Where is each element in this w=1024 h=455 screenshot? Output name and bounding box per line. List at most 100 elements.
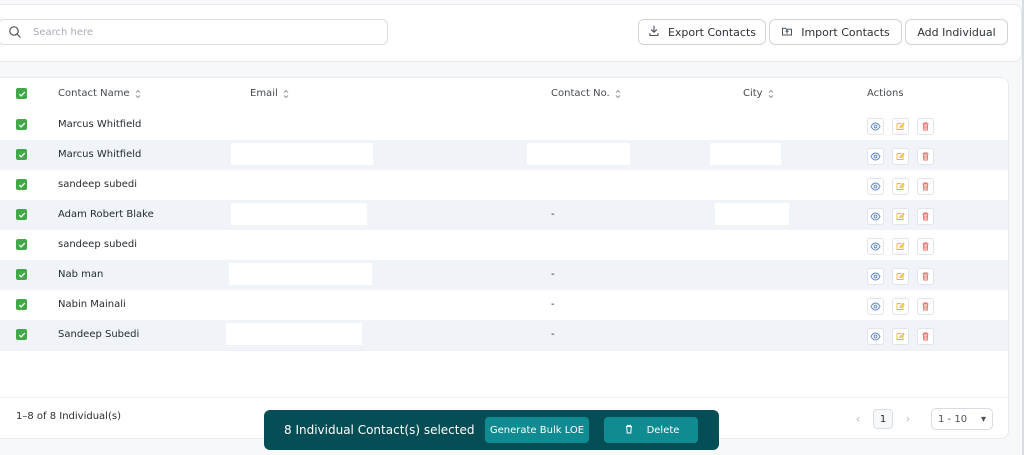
table-row: Sandeep Subedi - — [0, 320, 1008, 351]
import-contacts-button[interactable]: Import Contacts — [769, 19, 902, 45]
generate-bulk-loe-button[interactable]: Generate Bulk LOE — [485, 417, 589, 443]
row-checkbox[interactable] — [16, 239, 27, 250]
row-checkbox[interactable] — [16, 119, 27, 130]
contacts-table: Contact Name Email Contact No. City Acti… — [0, 77, 1009, 439]
trash-icon — [623, 423, 647, 438]
redacted-city — [715, 173, 790, 195]
add-individual-label: Add Individual — [917, 25, 996, 39]
trash-icon — [922, 122, 929, 131]
redacted-contact-number — [532, 233, 615, 255]
add-individual-button[interactable]: Add Individual — [905, 19, 1008, 45]
view-button[interactable] — [867, 328, 884, 345]
edit-button[interactable] — [892, 208, 909, 225]
row-actions — [867, 298, 934, 315]
row-actions — [867, 178, 934, 195]
table-row: Nabin Mainali - — [0, 290, 1008, 321]
table-row: Nab man - — [0, 260, 1008, 291]
trash-icon — [922, 272, 929, 281]
redacted-email — [233, 173, 349, 195]
export-contacts-button[interactable]: Export Contacts — [638, 19, 766, 45]
row-actions — [867, 268, 934, 285]
delete-button[interactable] — [917, 178, 934, 195]
view-button[interactable] — [867, 298, 884, 315]
download-icon — [648, 24, 668, 40]
view-button[interactable] — [867, 178, 884, 195]
redacted-email — [231, 113, 369, 135]
eye-icon — [870, 302, 881, 311]
edit-button[interactable] — [892, 268, 909, 285]
edit-button[interactable] — [892, 298, 909, 315]
edit-button[interactable] — [892, 118, 909, 135]
import-folder-icon — [781, 25, 801, 40]
row-checkbox[interactable] — [16, 179, 27, 190]
contact-name: sandeep subedi — [58, 239, 138, 250]
edit-icon — [896, 332, 905, 340]
delete-button[interactable] — [917, 298, 934, 315]
edit-icon — [896, 302, 905, 310]
view-button[interactable] — [867, 118, 884, 135]
eye-icon — [870, 212, 881, 221]
view-button[interactable] — [867, 238, 884, 255]
edit-button[interactable] — [892, 148, 909, 165]
row-actions — [867, 148, 934, 165]
delete-button[interactable] — [917, 148, 934, 165]
redacted-email — [229, 263, 372, 285]
edit-icon — [896, 122, 905, 130]
page-size-select[interactable]: 1 - 10 ▾ — [931, 408, 993, 430]
row-actions — [867, 238, 934, 255]
edit-icon — [896, 152, 905, 160]
eye-icon — [870, 272, 881, 281]
row-actions — [867, 208, 934, 225]
eye-icon — [870, 332, 881, 341]
import-contacts-label: Import Contacts — [801, 25, 890, 39]
contact-name: Marcus Whitfield — [58, 119, 142, 130]
select-all-checkbox[interactable] — [16, 88, 27, 99]
next-page-button[interactable]: › — [901, 412, 915, 426]
row-checkbox[interactable] — [16, 329, 27, 340]
header-contact-number[interactable]: Contact No. — [551, 88, 622, 99]
table-row: Marcus Whitfield — [0, 140, 1008, 171]
trash-icon — [922, 332, 929, 341]
redacted-email — [231, 203, 367, 225]
delete-button[interactable] — [917, 328, 934, 345]
redacted-contact-number — [533, 113, 635, 135]
edit-button[interactable] — [892, 328, 909, 345]
view-button[interactable] — [867, 208, 884, 225]
table-row: Adam Robert Blake - — [0, 200, 1008, 231]
redacted-city — [710, 143, 781, 165]
chevron-down-icon: ▾ — [980, 413, 986, 425]
page-number[interactable]: 1 — [873, 409, 893, 429]
row-checkbox[interactable] — [16, 149, 27, 160]
edit-button[interactable] — [892, 178, 909, 195]
contact-name: Marcus Whitfield — [58, 149, 142, 160]
view-button[interactable] — [867, 268, 884, 285]
redacted-email — [231, 143, 373, 165]
search-box[interactable]: Search here — [0, 19, 388, 45]
record-count: 1–8 of 8 Individual(s) — [16, 411, 121, 422]
header-contact-name[interactable]: Contact Name — [58, 88, 142, 99]
row-checkbox[interactable] — [16, 269, 27, 280]
row-checkbox[interactable] — [16, 299, 27, 310]
trash-icon — [922, 242, 929, 251]
prev-page-button[interactable]: ‹ — [851, 412, 865, 426]
delete-button[interactable] — [917, 208, 934, 225]
delete-button[interactable] — [917, 118, 934, 135]
trash-icon — [922, 302, 929, 311]
redacted-contact-number — [527, 143, 630, 165]
delete-button[interactable] — [917, 268, 934, 285]
header-email[interactable]: Email — [250, 88, 290, 99]
redacted-city — [709, 113, 783, 135]
edit-button[interactable] — [892, 238, 909, 255]
sort-icon — [283, 89, 289, 98]
delete-button[interactable] — [917, 238, 934, 255]
selection-count: 8 Individual Contact(s) selected — [284, 423, 475, 437]
header-city[interactable]: City — [743, 88, 775, 99]
sort-icon — [768, 89, 773, 98]
redacted-email — [229, 233, 389, 255]
table-header: Contact Name Email Contact No. City Acti… — [0, 78, 1008, 111]
row-checkbox[interactable] — [16, 209, 27, 220]
contact-name: Nabin Mainali — [58, 299, 126, 310]
bulk-delete-button[interactable]: Delete — [604, 417, 698, 443]
table-row: Marcus Whitfield — [0, 110, 1008, 141]
view-button[interactable] — [867, 148, 884, 165]
